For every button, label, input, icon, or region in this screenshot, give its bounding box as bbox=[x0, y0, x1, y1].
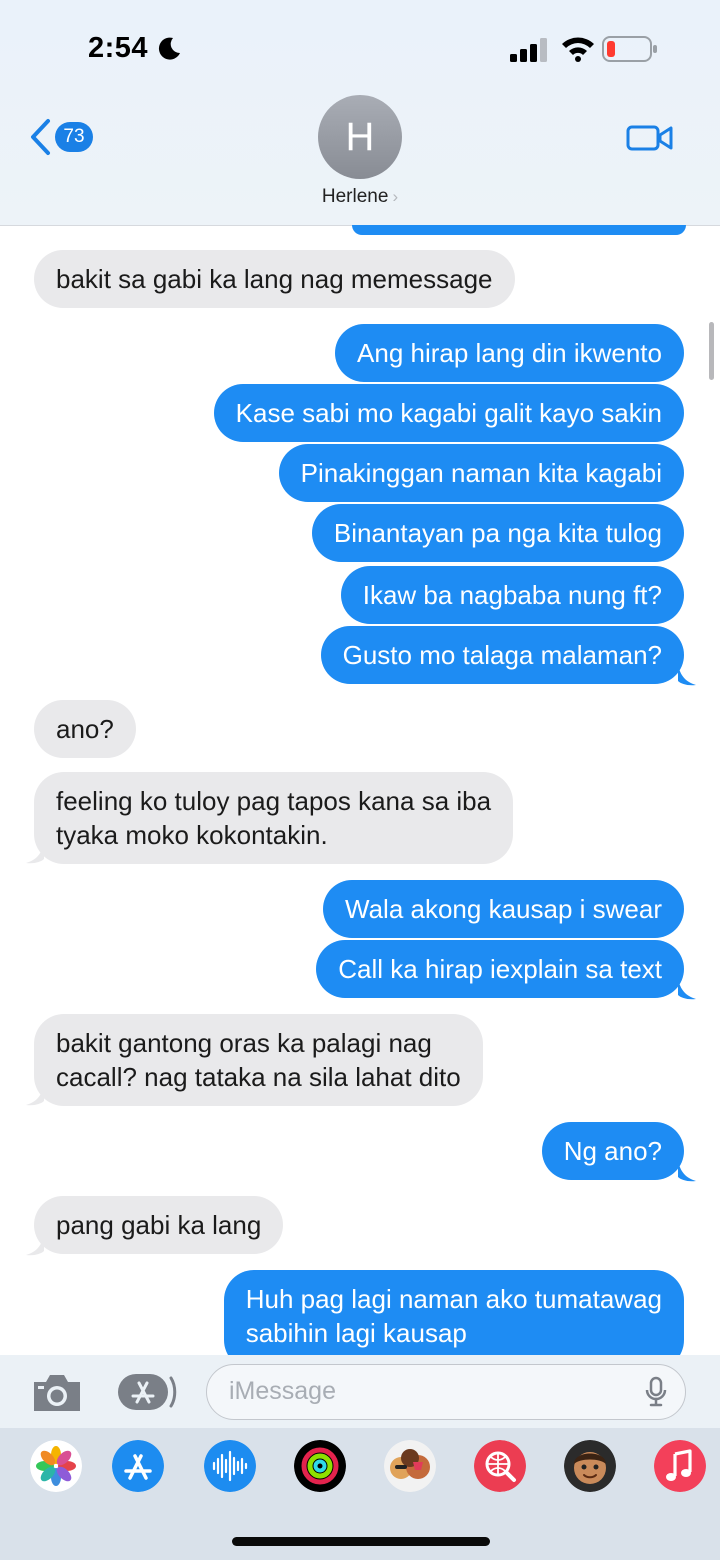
bubble-tail bbox=[26, 1234, 44, 1256]
message-text: pang gabi ka lang bbox=[56, 1210, 262, 1240]
microphone-icon[interactable] bbox=[645, 1376, 667, 1408]
message-outgoing[interactable]: Binantayan pa nga kita tulog bbox=[311, 504, 684, 562]
moon-icon bbox=[158, 37, 180, 60]
video-call-icon[interactable] bbox=[626, 123, 674, 153]
message-text-line: sabihin lagi kausap bbox=[245, 1318, 467, 1348]
message-outgoing[interactable]: Call ka hirap iexplain sa text bbox=[316, 940, 684, 998]
message-text-line: bakit gantong oras ka palagi nag bbox=[56, 1028, 432, 1058]
memoji-icon[interactable] bbox=[564, 1440, 616, 1492]
status-time: 2:54 bbox=[88, 32, 149, 64]
unread-count-badge[interactable]: 73 bbox=[55, 122, 93, 152]
message-incoming[interactable]: ano? bbox=[34, 700, 136, 758]
message-outgoing[interactable]: Wala akong kausap i swear bbox=[323, 880, 684, 938]
battery-low-icon bbox=[602, 36, 657, 62]
activity-icon[interactable] bbox=[294, 1440, 346, 1492]
message-text: Call ka hirap iexplain sa text bbox=[338, 954, 662, 984]
bubble-tail bbox=[678, 978, 696, 1000]
signal-icon bbox=[510, 38, 547, 62]
chevron-right-icon: › bbox=[392, 187, 399, 206]
message-outgoing[interactable]: Kase sabi mo kagabi galit kayo sakin bbox=[213, 384, 684, 442]
bubble-tail bbox=[678, 664, 696, 686]
conversation-header: 2:54 73 H Herlene › bbox=[0, 0, 720, 226]
message-text-line: cacall? nag tataka na sila lahat dito bbox=[56, 1062, 461, 1092]
music-icon[interactable] bbox=[654, 1440, 706, 1492]
message-text: Ng ano? bbox=[563, 1136, 662, 1166]
photos-icon[interactable] bbox=[30, 1440, 82, 1492]
message-text-line: feeling ko tuloy pag tapos kana sa iba bbox=[56, 786, 492, 816]
message-text: Binantayan pa nga kita tulog bbox=[333, 518, 662, 548]
message-text: Pinakinggan naman kita kagabi bbox=[300, 458, 662, 488]
message-text: Ikaw ba nagbaba nung ft? bbox=[362, 580, 662, 610]
scrollbar[interactable] bbox=[709, 322, 714, 380]
message-text-line: Huh pag lagi naman ako tumatawag bbox=[245, 1284, 662, 1314]
avatar-initial: H bbox=[345, 115, 375, 159]
camera-icon[interactable] bbox=[30, 1370, 84, 1414]
message-outgoing[interactable]: Gusto mo talaga malaman? bbox=[320, 626, 684, 684]
bubble-tail bbox=[26, 1084, 44, 1106]
message-outgoing[interactable]: Ng ano? bbox=[541, 1122, 684, 1180]
home-indicator[interactable] bbox=[232, 1537, 490, 1546]
message-text: ano? bbox=[56, 714, 114, 744]
avatar[interactable]: H bbox=[318, 95, 402, 179]
message-placeholder: iMessage bbox=[229, 1377, 336, 1405]
message-incoming[interactable]: bakit gantong oras ka palagi nag cacall?… bbox=[34, 1014, 483, 1106]
app-store-icon[interactable] bbox=[112, 1440, 164, 1492]
web-search-icon[interactable] bbox=[474, 1440, 526, 1492]
message-text: Gusto mo talaga malaman? bbox=[342, 640, 662, 670]
previous-message-edge bbox=[352, 225, 686, 235]
stickers-icon[interactable] bbox=[384, 1440, 436, 1492]
message-text: bakit sa gabi ka lang nag memessage bbox=[56, 264, 493, 294]
contact-name-label: Herlene bbox=[321, 186, 389, 207]
audio-message-icon[interactable] bbox=[204, 1440, 256, 1492]
contact-name[interactable]: Herlene › bbox=[0, 186, 720, 208]
bubble-tail bbox=[678, 1160, 696, 1182]
message-text: Kase sabi mo kagabi galit kayo sakin bbox=[235, 398, 662, 428]
message-outgoing[interactable]: Pinakinggan naman kita kagabi bbox=[278, 444, 684, 502]
message-text-line: tyaka moko kokontakin. bbox=[56, 820, 328, 850]
wifi-icon bbox=[562, 37, 594, 62]
message-input[interactable]: iMessage bbox=[206, 1364, 686, 1420]
message-incoming[interactable]: bakit sa gabi ka lang nag memessage bbox=[34, 250, 515, 308]
bubble-tail bbox=[26, 842, 44, 864]
message-incoming[interactable]: pang gabi ka lang bbox=[34, 1196, 284, 1254]
back-chevron-icon[interactable] bbox=[28, 118, 52, 156]
message-outgoing[interactable]: Ikaw ba nagbaba nung ft? bbox=[340, 566, 684, 624]
message-outgoing[interactable]: Ang hirap lang din ikwento bbox=[335, 324, 684, 382]
message-text: Wala akong kausap i swear bbox=[345, 894, 662, 924]
message-incoming[interactable]: feeling ko tuloy pag tapos kana sa iba t… bbox=[34, 772, 514, 864]
app-store-apps-icon[interactable] bbox=[116, 1370, 178, 1414]
message-text: Ang hirap lang din ikwento bbox=[357, 338, 662, 368]
